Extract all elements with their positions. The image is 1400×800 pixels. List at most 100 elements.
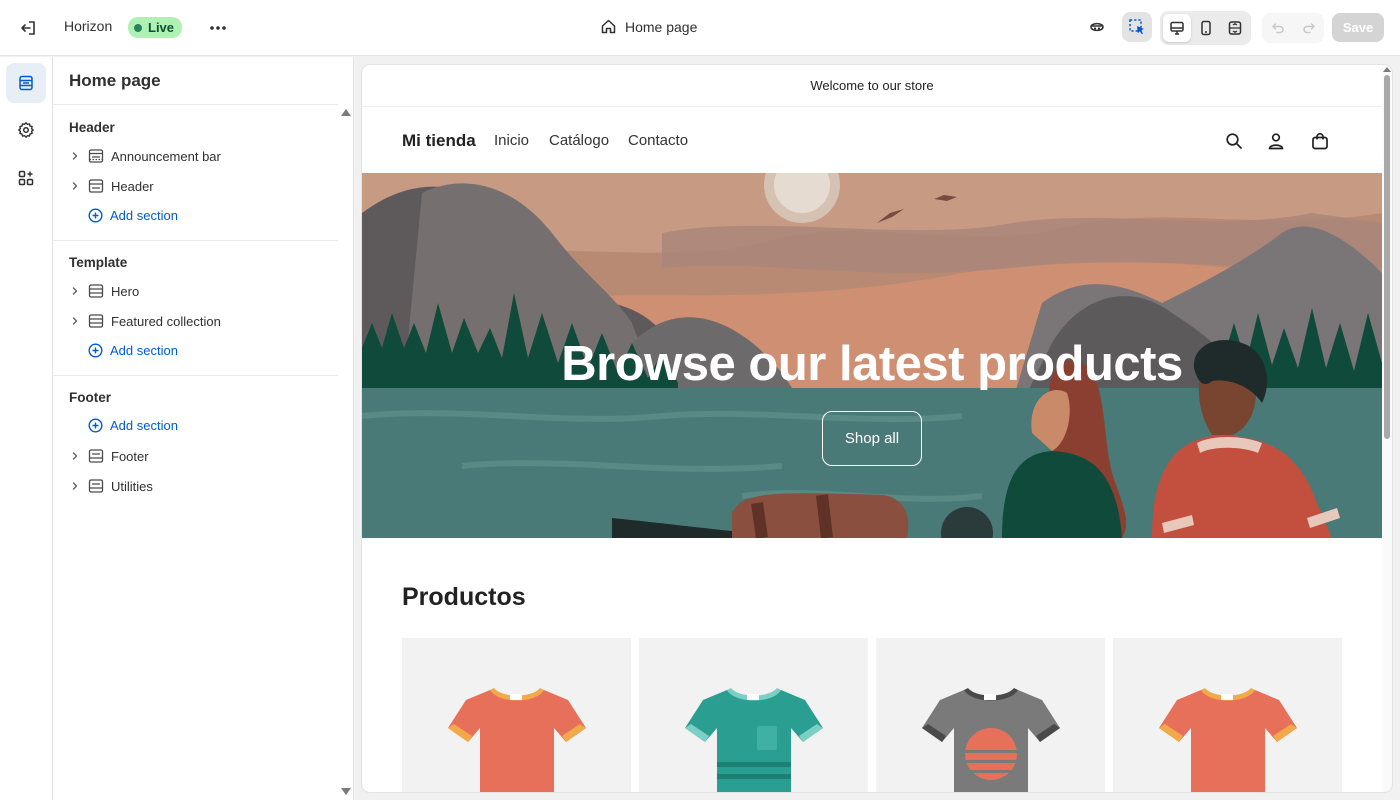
- redo-icon: [1302, 23, 1315, 34]
- nav-link-contacto[interactable]: Contacto: [628, 132, 688, 149]
- shopping-bag-icon: [1312, 133, 1328, 150]
- announcement-bar-section-icon: [87, 149, 105, 163]
- add-section-label: Add section: [110, 207, 178, 223]
- mobile-view-button[interactable]: [1192, 14, 1220, 42]
- scroll-up-arrow-icon[interactable]: [1383, 67, 1391, 72]
- save-button[interactable]: Save: [1332, 13, 1384, 42]
- more-horizontal-icon: [210, 26, 226, 30]
- exit-icon: [21, 21, 35, 35]
- product-card[interactable]: [876, 638, 1105, 792]
- nav-link-catalogo[interactable]: Catálogo: [549, 132, 609, 149]
- page-selector[interactable]: Home page: [600, 18, 697, 35]
- tshirt-image: [448, 688, 586, 792]
- redo-button[interactable]: [1293, 13, 1324, 43]
- inspector-toggle[interactable]: [1122, 12, 1152, 42]
- section-item-label: Utilities: [111, 478, 153, 494]
- add-section-button-footer[interactable]: Add section: [88, 413, 178, 437]
- section-item-header[interactable]: Header: [67, 173, 329, 199]
- fullscreen-view-button[interactable]: [1221, 14, 1249, 42]
- utilities-section-icon: [87, 479, 105, 493]
- theme-name: Horizon: [64, 18, 113, 34]
- select-cursor-icon: [1129, 19, 1144, 35]
- apps-icon: [18, 170, 34, 186]
- chevron-right-icon[interactable]: [67, 316, 83, 326]
- hero-banner[interactable]: Browse our latest products Shop all: [362, 173, 1382, 538]
- rail-apps-button[interactable]: [6, 158, 46, 198]
- footer-section-icon: [87, 449, 105, 463]
- chevron-right-icon[interactable]: [67, 451, 83, 461]
- more-actions-button[interactable]: [206, 16, 230, 40]
- status-badge: Live: [128, 17, 183, 38]
- scroll-up-arrow-icon[interactable]: [341, 109, 351, 116]
- store-header[interactable]: Mi tienda Inicio Catálogo Contacto: [362, 107, 1382, 173]
- group-title-template: Template: [69, 255, 128, 270]
- section-item-label: Announcement bar: [111, 148, 221, 164]
- sections-sidebar: Home page Header Announcement bar Header…: [53, 57, 354, 800]
- desktop-icon: [1170, 21, 1184, 35]
- group-title-header: Header: [69, 120, 115, 135]
- editor-topbar: Horizon Live Home page Save: [0, 0, 1400, 56]
- add-section-label: Add section: [110, 342, 178, 358]
- gear-icon: [18, 122, 34, 138]
- history-controls: [1262, 13, 1324, 43]
- add-section-button-header[interactable]: Add section: [88, 203, 178, 227]
- divider: [53, 104, 338, 105]
- nav-link-inicio[interactable]: Inicio: [494, 132, 529, 149]
- chevron-right-icon[interactable]: [67, 181, 83, 191]
- sidebar-scrollbar[interactable]: [339, 107, 351, 800]
- undo-icon: [1271, 23, 1284, 34]
- product-card[interactable]: [1113, 638, 1342, 792]
- announcement-text: Welcome to our store: [810, 78, 934, 93]
- desktop-view-button[interactable]: [1163, 14, 1191, 42]
- announcement-bar[interactable]: Welcome to our store: [362, 65, 1382, 107]
- section-item-footer[interactable]: Footer: [67, 443, 329, 469]
- section-item-featured-collection[interactable]: Featured collection: [67, 308, 329, 334]
- tshirt-image: [1159, 688, 1297, 792]
- header-section-icon: [87, 179, 105, 193]
- store-cart-button[interactable]: [1308, 129, 1332, 153]
- user-icon: [1268, 133, 1284, 150]
- section-item-utilities[interactable]: Utilities: [67, 473, 329, 499]
- section-item-announcement-bar[interactable]: Announcement bar: [67, 143, 329, 169]
- plus-circle-icon: [88, 342, 103, 358]
- divider: [53, 240, 338, 241]
- store-logo[interactable]: Mi tienda: [402, 131, 476, 151]
- group-title-footer: Footer: [69, 390, 111, 405]
- ai-sidekick-button[interactable]: [1082, 12, 1112, 42]
- add-section-button-template[interactable]: Add section: [88, 338, 178, 362]
- tshirt-image: [685, 688, 823, 792]
- scrollbar-thumb[interactable]: [1384, 75, 1390, 439]
- section-item-label: Footer: [111, 448, 149, 464]
- home-icon: [601, 19, 616, 34]
- sections-icon: [19, 75, 33, 91]
- sidebar-title: Home page: [69, 71, 161, 90]
- chevron-right-icon[interactable]: [67, 481, 83, 491]
- product-card[interactable]: [402, 638, 631, 792]
- chevron-right-icon[interactable]: [67, 151, 83, 161]
- fullscreen-icon: [1228, 21, 1242, 35]
- tshirt-image: [922, 688, 1060, 792]
- chevron-right-icon[interactable]: [67, 286, 83, 296]
- plus-circle-icon: [88, 207, 103, 223]
- store-account-button[interactable]: [1264, 129, 1288, 153]
- scroll-down-arrow-icon[interactable]: [341, 788, 351, 795]
- section-item-label: Featured collection: [111, 313, 221, 329]
- rail-sections-button[interactable]: [6, 63, 46, 103]
- left-rail: [0, 57, 53, 800]
- product-card[interactable]: [639, 638, 868, 792]
- rail-settings-button[interactable]: [6, 110, 46, 150]
- search-icon: [1226, 133, 1242, 149]
- add-section-label: Add section: [110, 417, 178, 433]
- mobile-icon: [1201, 20, 1211, 36]
- viewport-switcher: [1160, 11, 1251, 45]
- preview-scrollbar[interactable]: [1382, 65, 1392, 792]
- section-item-hero[interactable]: Hero: [67, 278, 329, 304]
- plus-circle-icon: [88, 417, 103, 433]
- status-badge-label: Live: [148, 20, 175, 35]
- hero-title: Browse our latest products: [561, 337, 1183, 391]
- store-search-button[interactable]: [1222, 129, 1246, 153]
- exit-button[interactable]: [16, 16, 40, 40]
- hero-shop-all-button[interactable]: Shop all: [822, 411, 922, 466]
- featured-collection-section-icon: [87, 314, 105, 328]
- undo-button[interactable]: [1262, 13, 1293, 43]
